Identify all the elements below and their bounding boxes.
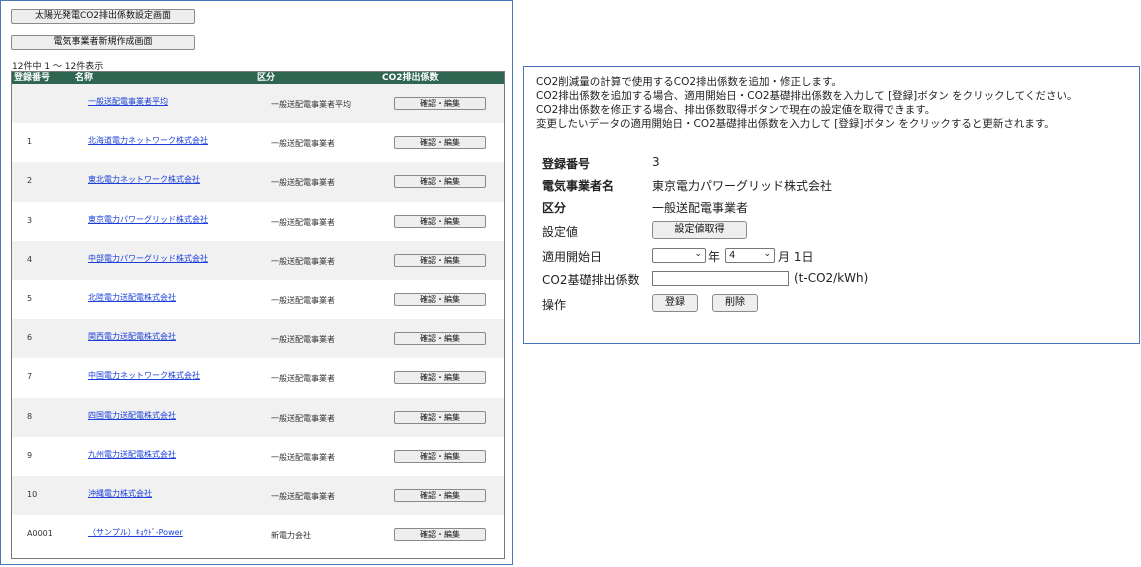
row-no: 4 <box>27 254 33 264</box>
confirm-edit-button[interactable]: 確認・編集 <box>394 253 486 267</box>
row-name-link[interactable]: 北陸電力送配電株式会社 <box>88 292 176 303</box>
row-kubun: 一般送配電事業者平均 <box>271 100 351 109</box>
company-value: 東京電力パワーグリッド株式会社 <box>652 179 833 193</box>
row-name-link[interactable]: 沖縄電力株式会社 <box>88 488 152 499</box>
confirm-edit-button[interactable]: 確認・編集 <box>394 292 486 306</box>
row-no: 8 <box>27 411 33 421</box>
row-kubun: 一般送配電事業者 <box>271 491 335 501</box>
new-provider-button[interactable]: 電気事業者新規作成画面 <box>11 35 195 50</box>
setting-label: 設定値 <box>542 225 579 239</box>
row-no: 1 <box>27 137 33 147</box>
confirm-edit-button[interactable]: 確認・編集 <box>394 410 486 424</box>
confirm-edit-button[interactable]: 確認・編集 <box>394 449 486 463</box>
instruction-line: CO2削減量の計算で使用するCO2排出係数を追加・修正します。 <box>536 76 843 88</box>
row-no: 6 <box>27 333 33 343</box>
co2-edit-panel: CO2削減量の計算で使用するCO2排出係数を追加・修正します。 CO2排出係数を… <box>523 66 1140 344</box>
table-row: 1 北海道電力ネットワーク株式会社 一般送配電事業者 確認・編集 <box>12 123 504 163</box>
row-no: A0001 <box>27 529 53 539</box>
row-kubun: 一般送配電事業者 <box>271 452 335 462</box>
table-row: 一般送配電事業者平均 一般送配電事業者平均 確認・編集 <box>12 84 504 124</box>
month-suffix: 月 1日 <box>778 250 814 264</box>
reg-no-value: 3 <box>652 155 660 169</box>
table-row: 9 九州電力送配電株式会社 一般送配電事業者 確認・編集 <box>12 436 504 476</box>
confirm-edit-button[interactable]: 確認・編集 <box>394 332 486 346</box>
year-select[interactable]: ⌄ <box>652 248 706 263</box>
kubun-label: 区分 <box>542 201 567 215</box>
table-row: 3 東京電力パワーグリッド株式会社 一般送配電事業者 確認・編集 <box>12 201 504 241</box>
co2-factor-input[interactable] <box>652 271 789 286</box>
month-select-value: 4 <box>729 250 736 261</box>
row-kubun: 一般送配電事業者 <box>271 178 335 188</box>
table-header: 登録番号 名称 区分 CO2排出係数 <box>12 72 504 84</box>
header-reg-no: 登録番号 <box>14 73 51 83</box>
provider-table: 登録番号 名称 区分 CO2排出係数 一般送配電事業者平均 一般送配電事業者平均確… <box>11 71 505 559</box>
instruction-line: CO2排出係数を追加する場合、適用開始日・CO2基礎排出係数を入力して [登録]… <box>536 90 1078 102</box>
table-row: 10 沖縄電力株式会社 一般送配電事業者 確認・編集 <box>12 475 504 516</box>
row-name-link[interactable]: 四国電力送配電株式会社 <box>88 410 176 421</box>
row-name-link[interactable]: 一般送配電事業者平均 <box>88 96 168 107</box>
header-kubun: 区分 <box>257 73 276 83</box>
row-name-link[interactable]: （サンプル）ｷｮｳﾄﾞ-Power <box>88 527 183 538</box>
row-no: 7 <box>27 372 33 382</box>
row-kubun: 一般送配電事業者 <box>271 413 335 423</box>
row-kubun: 新電力会社 <box>271 531 311 541</box>
co2-unit: (t-CO2/kWh) <box>794 271 869 285</box>
month-select[interactable]: 4 ⌄ <box>725 248 775 263</box>
start-date-label: 適用開始日 <box>542 250 603 264</box>
operation-label: 操作 <box>542 298 567 312</box>
row-kubun: 一般送配電事業者 <box>271 335 335 345</box>
instruction-line: CO2排出係数を修正する場合、排出係数取得ボタンで現在の設定値を取得できます。 <box>536 104 936 116</box>
get-setting-button[interactable]: 設定値取得 <box>652 221 747 239</box>
table-row: 4 中部電力パワーグリッド株式会社 一般送配電事業者 確認・編集 <box>12 240 504 280</box>
table-row: 6 関西電力送配電株式会社 一般送配電事業者 確認・編集 <box>12 319 504 359</box>
table-row: 8 四国電力送配電株式会社 一般送配電事業者 確認・編集 <box>12 397 504 437</box>
row-kubun: 一般送配電事業者 <box>271 374 335 384</box>
row-name-link[interactable]: 北海道電力ネットワーク株式会社 <box>88 135 208 146</box>
row-kubun: 一般送配電事業者 <box>271 139 335 149</box>
table-row: 7 中国電力ネットワーク株式会社 一般送配電事業者 確認・編集 <box>12 358 504 398</box>
table-body: 一般送配電事業者平均 一般送配電事業者平均 確認・編集 1 北海道電力ネットワーク株式… <box>12 84 504 555</box>
provider-list-panel: 太陽光発電CO2排出係数設定画面 電気事業者新規作成画面 12件中 1 ～ 12… <box>0 0 513 565</box>
row-no: 3 <box>27 215 33 225</box>
table-row: A0001 （サンプル）ｷｮｳﾄﾞ-Power 新電力会社 確認・編集 <box>12 515 504 555</box>
chevron-down-icon: ⌄ <box>763 249 771 259</box>
header-co2: CO2排出係数 <box>382 73 439 83</box>
delete-button[interactable]: 削除 <box>712 294 758 312</box>
row-kubun: 一般送配電事業者 <box>271 217 335 227</box>
row-kubun: 一般送配電事業者 <box>271 295 335 305</box>
company-label: 電気事業者名 <box>542 179 615 193</box>
co2-factor-label: CO2基礎排出係数 <box>542 273 640 287</box>
instruction-line: 変更したいデータの適用開始日・CO2基礎排出係数を入力して [登録]ボタン をク… <box>536 118 1055 130</box>
confirm-edit-button[interactable]: 確認・編集 <box>394 214 486 228</box>
row-name-link[interactable]: 東京電力パワーグリッド株式会社 <box>88 214 208 225</box>
row-name-link[interactable]: 関西電力送配電株式会社 <box>88 331 176 342</box>
confirm-edit-button[interactable]: 確認・編集 <box>394 175 486 189</box>
instructions: CO2削減量の計算で使用するCO2排出係数を追加・修正します。 CO2排出係数を… <box>536 75 1077 131</box>
register-button[interactable]: 登録 <box>652 294 698 312</box>
row-name-link[interactable]: 東北電力ネットワーク株式会社 <box>88 174 200 185</box>
confirm-edit-button[interactable]: 確認・編集 <box>394 371 486 385</box>
confirm-edit-button[interactable]: 確認・編集 <box>394 528 486 542</box>
confirm-edit-button[interactable]: 確認・編集 <box>394 488 486 502</box>
row-no: 2 <box>27 176 33 186</box>
pv-co2-setting-button[interactable]: 太陽光発電CO2排出係数設定画面 <box>11 9 195 24</box>
row-name-link[interactable]: 中部電力パワーグリッド株式会社 <box>88 253 208 264</box>
table-row: 5 北陸電力送配電株式会社 一般送配電事業者 確認・編集 <box>12 279 504 320</box>
row-name-link[interactable]: 九州電力送配電株式会社 <box>88 449 176 460</box>
row-name-link[interactable]: 中国電力ネットワーク株式会社 <box>88 370 200 381</box>
header-name: 名称 <box>75 73 94 83</box>
chevron-down-icon: ⌄ <box>694 249 702 259</box>
confirm-edit-button[interactable]: 確認・編集 <box>394 136 486 150</box>
row-no: 10 <box>27 489 38 499</box>
row-no: 9 <box>27 450 33 460</box>
confirm-edit-button[interactable]: 確認・編集 <box>394 97 486 110</box>
row-kubun: 一般送配電事業者 <box>271 256 335 266</box>
year-suffix: 年 <box>708 250 721 264</box>
reg-no-label: 登録番号 <box>542 157 591 171</box>
kubun-value: 一般送配電事業者 <box>652 201 749 215</box>
table-row: 2 東北電力ネットワーク株式会社 一般送配電事業者 確認・編集 <box>12 162 504 202</box>
row-no: 5 <box>27 293 33 303</box>
